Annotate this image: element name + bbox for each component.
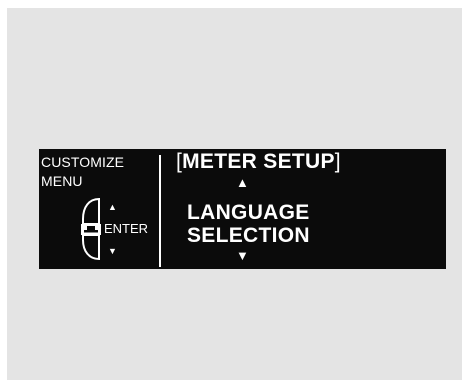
- divider: [159, 155, 161, 267]
- down-arrow-icon: ▼: [236, 248, 249, 263]
- scroll-down-icon: ▼: [108, 246, 117, 256]
- menu-header: [METER SETUP]: [176, 149, 341, 175]
- customize-menu-title: CUSTOMIZE MENU: [41, 154, 125, 189]
- page: CUSTOMIZE MENU ▲ ENTER ▼ [METER SETUP] ▲…: [0, 0, 467, 386]
- selector-knob-icon[interactable]: [79, 197, 103, 261]
- multi-info-display: CUSTOMIZE MENU ▲ ENTER ▼ [METER SETUP] ▲…: [39, 149, 446, 269]
- enter-label: ENTER: [104, 221, 149, 236]
- selected-menu-item: LANGUAGE SELECTION: [187, 201, 310, 247]
- up-arrow-icon: ▲: [236, 175, 249, 190]
- scroll-up-icon: ▲: [108, 202, 117, 212]
- bracket-close: ]: [334, 150, 341, 173]
- menu-header-label: METER SETUP: [182, 150, 335, 173]
